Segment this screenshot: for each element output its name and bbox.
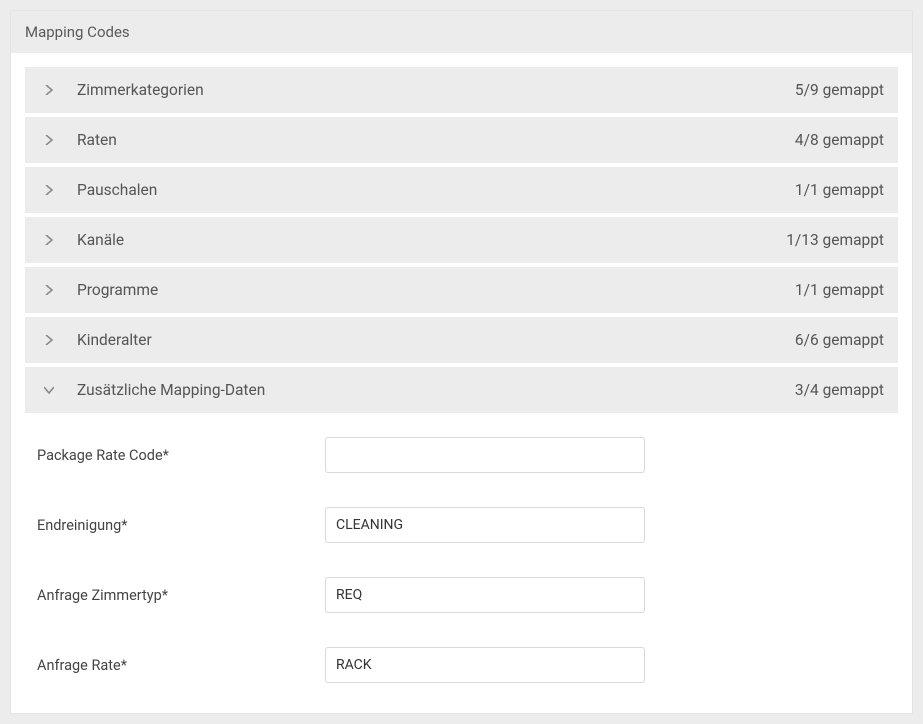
- form-label: Endreinigung*: [35, 517, 325, 534]
- accordion-item-raten[interactable]: Raten 4/8 gemappt: [25, 117, 898, 163]
- chevron-down-icon: [39, 385, 59, 395]
- chevron-right-icon: [39, 335, 59, 345]
- accordion-status: 3/4 gemappt: [795, 381, 884, 399]
- accordion-title: Raten: [77, 131, 795, 149]
- panel-title: Mapping Codes: [11, 11, 912, 53]
- anfrage-rate-input[interactable]: [325, 647, 645, 683]
- accordion-status: 1/1 gemappt: [795, 181, 884, 199]
- chevron-right-icon: [39, 185, 59, 195]
- endreinigung-input[interactable]: [325, 507, 645, 543]
- accordion-status: 1/1 gemappt: [795, 281, 884, 299]
- accordion-status: 6/6 gemappt: [795, 331, 884, 349]
- anfrage-zimmertyp-input[interactable]: [325, 577, 645, 613]
- package-rate-code-input[interactable]: [325, 437, 645, 473]
- accordion-title: Programme: [77, 281, 795, 299]
- accordion-status: 5/9 gemappt: [795, 81, 884, 99]
- form-label: Package Rate Code*: [35, 447, 325, 464]
- accordion-item-kinderalter[interactable]: Kinderalter 6/6 gemappt: [25, 317, 898, 363]
- accordion-title: Kanäle: [77, 231, 786, 249]
- form-label: Anfrage Zimmertyp*: [35, 587, 325, 604]
- accordion-item-zusaetzliche-mapping-daten[interactable]: Zusätzliche Mapping-Daten 3/4 gemappt: [25, 367, 898, 413]
- form-row-anfrage-zimmertyp: Anfrage Zimmertyp*: [35, 577, 888, 613]
- form-row-endreinigung: Endreinigung*: [35, 507, 888, 543]
- form-row-package-rate-code: Package Rate Code*: [35, 437, 888, 473]
- accordion-item-programme[interactable]: Programme 1/1 gemappt: [25, 267, 898, 313]
- accordion-title: Zusätzliche Mapping-Daten: [77, 381, 795, 399]
- accordion-status: 4/8 gemappt: [795, 131, 884, 149]
- mapping-codes-panel: Mapping Codes Zimmerkategorien 5/9 gemap…: [10, 10, 913, 714]
- accordion-title: Pauschalen: [77, 181, 795, 199]
- chevron-right-icon: [39, 235, 59, 245]
- accordion-title: Kinderalter: [77, 331, 795, 349]
- accordion-title: Zimmerkategorien: [77, 81, 795, 99]
- accordion-content-zusaetzliche-mapping-daten: Package Rate Code* Endreinigung* Anfrage…: [25, 417, 898, 699]
- form-row-anfrage-rate: Anfrage Rate*: [35, 647, 888, 683]
- accordion-item-pauschalen[interactable]: Pauschalen 1/1 gemappt: [25, 167, 898, 213]
- chevron-right-icon: [39, 85, 59, 95]
- chevron-right-icon: [39, 135, 59, 145]
- accordion-item-kanaele[interactable]: Kanäle 1/13 gemappt: [25, 217, 898, 263]
- chevron-right-icon: [39, 285, 59, 295]
- accordion-status: 1/13 gemappt: [786, 231, 884, 249]
- panel-body: Zimmerkategorien 5/9 gemappt Raten 4/8 g…: [11, 53, 912, 713]
- form-label: Anfrage Rate*: [35, 657, 325, 674]
- accordion-item-zimmerkategorien[interactable]: Zimmerkategorien 5/9 gemappt: [25, 67, 898, 113]
